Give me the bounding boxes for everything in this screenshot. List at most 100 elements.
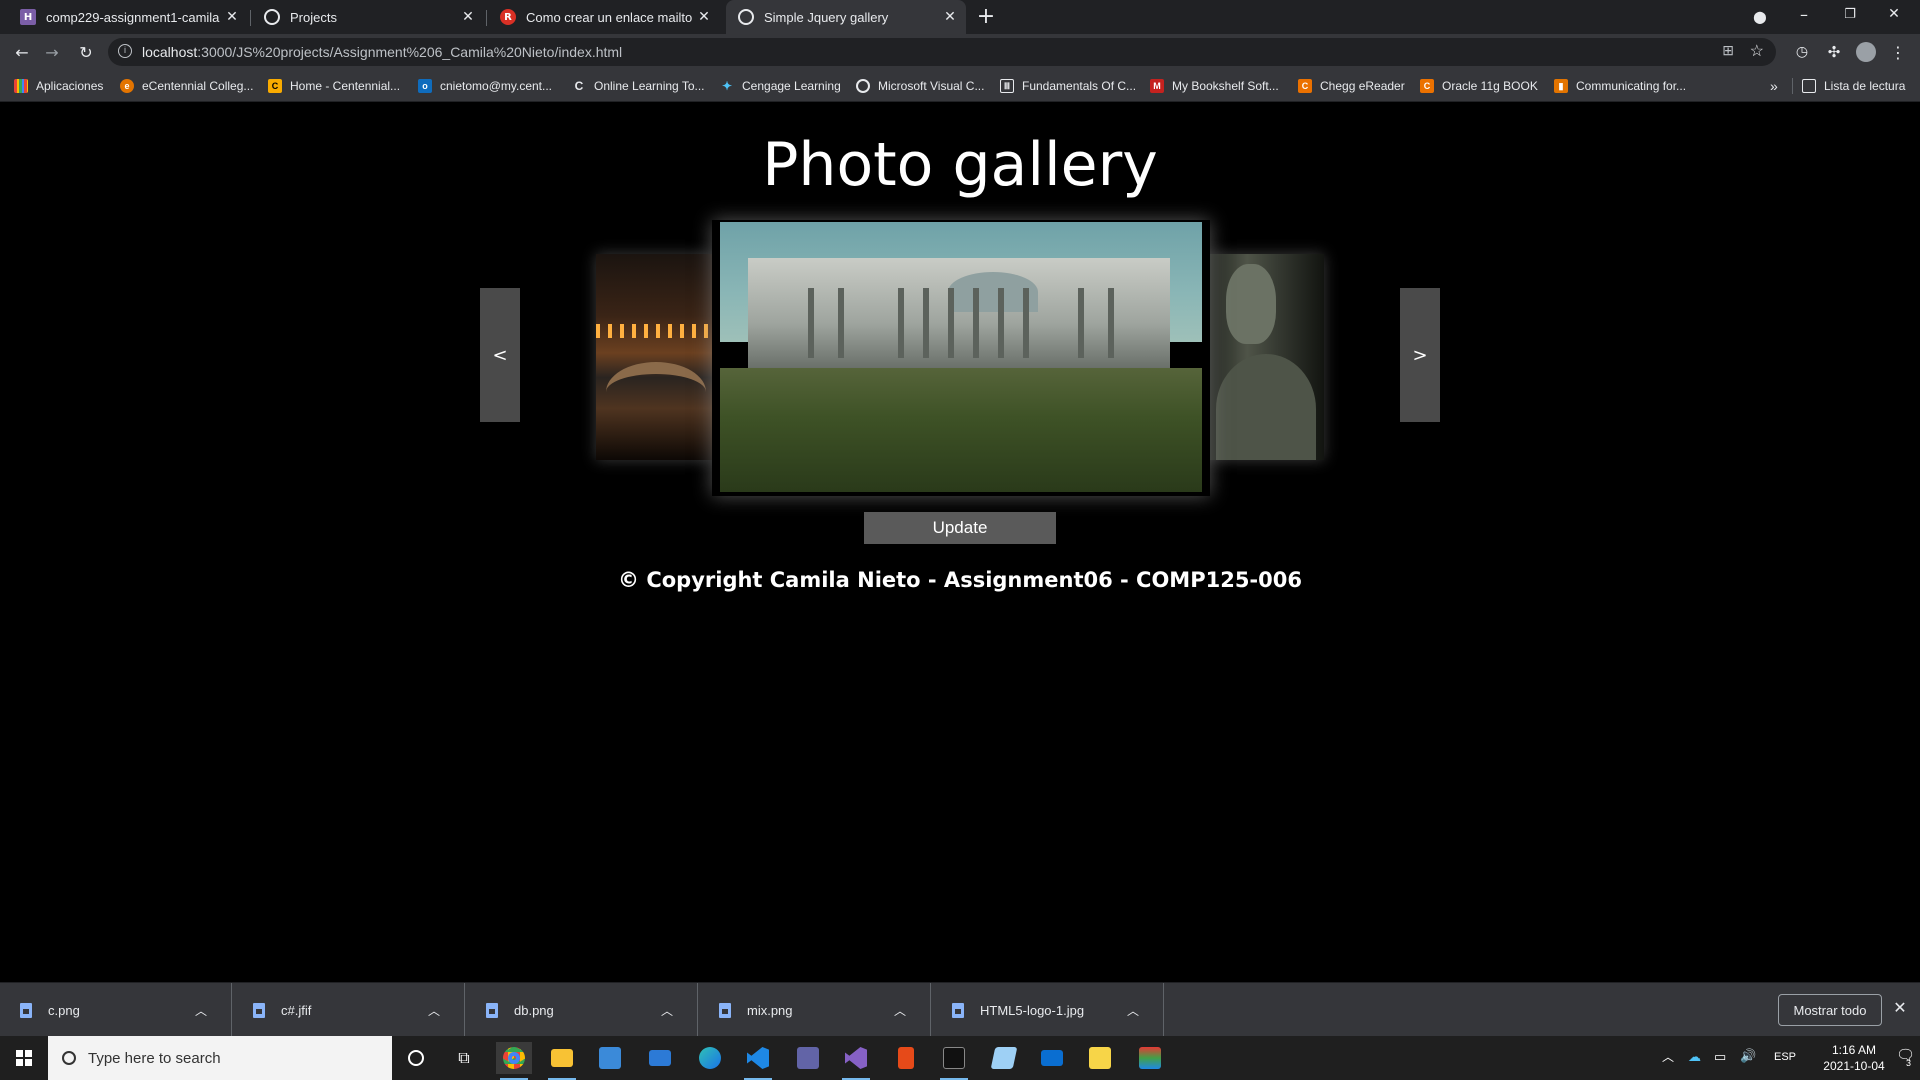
chevron-up-icon[interactable]: ︿ [661,1002,681,1019]
update-button[interactable]: Update [864,512,1056,544]
address-bar[interactable]: i localhost:3000/JS%20projects/Assignmen… [108,38,1776,66]
notes-icon[interactable] [986,1042,1022,1074]
file-icon [719,1002,731,1018]
next-button[interactable]: > [1400,288,1440,422]
forward-button[interactable]: → [40,40,64,64]
bookmark-star-icon[interactable]: ☆ [1750,41,1764,61]
close-icon[interactable]: ✕ [1890,998,1910,1022]
avatar[interactable] [1854,40,1878,64]
show-all-downloads-button[interactable]: Mostrar todo [1778,994,1882,1026]
menu-kebab-icon[interactable]: ⋮ [1886,40,1910,64]
office-icon[interactable] [888,1042,924,1074]
reading-list-icon [1802,79,1816,93]
download-item[interactable]: c#.jfif ︿ [233,983,465,1037]
language-indicator[interactable]: ESP [1774,1051,1796,1063]
restore-button[interactable]: ❐ [1838,2,1862,26]
extension-icon[interactable]: ◷ [1790,40,1814,64]
heroku-icon: H [20,9,36,25]
task-view-icon[interactable]: ⧉ [446,1042,482,1074]
bookmark-oracle[interactable]: C Oracle 11g BOOK [1420,76,1538,96]
close-icon[interactable]: ✕ [694,9,714,25]
gallery-image-previous[interactable] [596,254,714,460]
browser-toolbar: ← → ↻ i localhost:3000/JS%20projects/Ass… [0,34,1920,70]
gallery-image-next[interactable] [1206,254,1324,460]
onedrive-icon[interactable]: ☁ [1688,1049,1701,1065]
tab-projects[interactable]: Projects ✕ [252,0,484,34]
teams-icon[interactable] [790,1042,826,1074]
back-button[interactable]: ← [10,40,34,64]
remote-desktop-icon[interactable] [1034,1042,1070,1074]
bookmark-online-learning[interactable]: C Online Learning To... [572,76,705,96]
globe-icon [856,79,870,93]
url-path: :3000/JS%20projects/Assignment%206_Camil… [197,44,623,60]
library-icon: Ⅲ [1000,79,1014,93]
reading-list-button[interactable]: Lista de lectura [1802,76,1905,96]
translate-icon[interactable]: ⊞ [1722,42,1734,59]
bookmark-chegg[interactable]: C Chegg eReader [1298,76,1405,96]
chevron-up-icon[interactable]: ︿ [1662,1048,1674,1065]
system-tray: ︿ ☁ ▭ 🔊 ESP 1:16 AM 2021-10-04 🗨 3 [1640,1036,1920,1080]
terminal-icon[interactable] [936,1042,972,1080]
chevron-up-icon[interactable]: ︿ [894,1002,914,1019]
chevron-up-icon[interactable]: ︿ [428,1002,448,1019]
bookmark-fundamentals[interactable]: Ⅲ Fundamentals Of C... [1000,76,1136,96]
store-icon[interactable] [592,1042,628,1074]
profile-dropdown-icon[interactable]: ⬤ [1748,5,1772,29]
apps-grid-icon [14,79,28,93]
page-viewport: Photo gallery < > Update © Copyright Cam… [0,102,1920,982]
volume-icon[interactable]: 🔊 [1740,1048,1756,1064]
tab-comp229[interactable]: H comp229-assignment1-camila - C ✕ [8,0,248,34]
close-icon[interactable]: ✕ [222,9,242,25]
mcafee-icon: M [1150,79,1164,93]
bookmark-microsoft-visual[interactable]: Microsoft Visual C... [856,76,984,96]
bookmark-ecentennial[interactable]: e eCentennial Colleg... [120,76,253,96]
bookmark-my-bookshelf[interactable]: M My Bookshelf Soft... [1150,76,1279,96]
vscode-icon[interactable] [740,1042,776,1080]
cengage-icon: ✦ [721,79,733,93]
ecentennial-icon: e [120,79,134,93]
more-bookmarks-button[interactable]: » [1770,76,1778,96]
extensions-puzzle-icon[interactable]: ✣ [1822,40,1846,64]
file-explorer-icon[interactable] [544,1042,580,1080]
close-icon[interactable]: ✕ [458,9,478,25]
sticky-notes-icon[interactable] [1082,1042,1118,1074]
tab-title: Projects [290,9,337,25]
chevron-up-icon[interactable]: ︿ [195,1002,215,1019]
edge-icon[interactable] [692,1042,728,1074]
tab-separator [486,10,487,26]
bookmark-home-centennial[interactable]: C Home - Centennial... [268,76,400,96]
mail-icon[interactable] [642,1042,678,1074]
bookmark-communicating[interactable]: ▮ Communicating for... [1554,76,1686,96]
visual-studio-icon[interactable] [838,1042,874,1080]
bookmark-aplicaciones[interactable]: Aplicaciones [14,76,103,96]
chrome-icon[interactable] [496,1042,532,1080]
date: 2021-10-04 [1823,1059,1885,1073]
download-item[interactable]: c.png ︿ [0,983,232,1037]
clock[interactable]: 1:16 AM 2021-10-04 [1818,1042,1890,1074]
minimize-button[interactable]: – [1792,2,1816,26]
taskbar-search-input[interactable]: Type here to search [48,1036,392,1080]
download-item[interactable]: mix.png ︿ [699,983,931,1037]
download-item[interactable]: db.png ︿ [466,983,698,1037]
bookmark-cengage[interactable]: ✦ Cengage Learning [720,76,841,96]
window-close-button[interactable]: ✕ [1882,2,1906,26]
close-icon[interactable]: ✕ [940,9,960,25]
bookmark-outlook[interactable]: o cnietomo@my.cent... [418,76,552,96]
previous-button[interactable]: < [480,288,520,422]
tab-title: Simple Jquery gallery [764,9,889,25]
battery-icon[interactable]: ▭ [1714,1049,1726,1065]
tab-mailto[interactable]: R Como crear un enlace mailto con ✕ [488,0,720,34]
bookmark-icon: ▮ [1554,79,1568,93]
reload-button[interactable]: ↻ [74,40,98,64]
new-tab-button[interactable]: + [974,4,998,29]
tab-simple-jquery-gallery[interactable]: Simple Jquery gallery ✕ [726,0,966,34]
browser-tab-strip: H comp229-assignment1-camila - C ✕ Proje… [0,0,1920,34]
cortana-icon[interactable] [398,1042,434,1074]
chevron-up-icon[interactable]: ︿ [1127,1002,1147,1019]
download-item[interactable]: HTML5-logo-1.jpg ︿ [932,983,1164,1037]
app-icon[interactable] [1132,1042,1168,1074]
info-icon[interactable]: i [118,44,132,58]
start-button[interactable] [0,1036,48,1080]
chegg-icon: C [1298,79,1312,93]
gallery-image-current[interactable] [712,220,1210,496]
